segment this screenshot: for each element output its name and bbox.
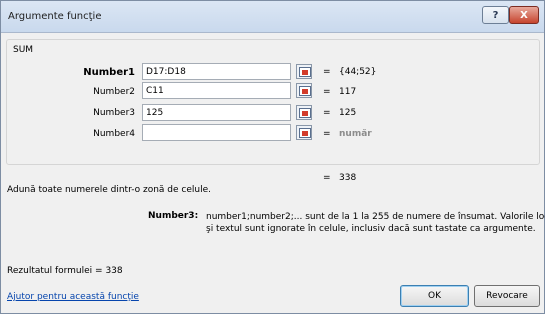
close-icon[interactable]: X — [509, 6, 539, 24]
argument-label-number4: Number4 — [93, 129, 135, 139]
argument-label-number3: Number3 — [93, 108, 135, 118]
collapse-dialog-icon[interactable] — [296, 125, 312, 140]
equals-sign: = — [323, 129, 331, 139]
collapse-dialog-icon[interactable] — [296, 64, 312, 79]
function-name: SUM — [13, 45, 34, 55]
formula-result: Rezultatul formulei = 338 — [7, 266, 123, 276]
argument-result-number3: 125 — [339, 108, 357, 118]
function-description: Adună toate numerele dintr-o zonă de cel… — [7, 185, 211, 195]
arguments-group — [6, 39, 540, 165]
equals-sign: = — [323, 108, 331, 118]
cancel-button[interactable]: Revocare — [474, 285, 540, 307]
title-bar: Argumente funcţie ? X — [1, 1, 544, 33]
argument-help-line2: şi textul sunt ignorate în celule, inclu… — [206, 224, 536, 234]
dialog-title: Argumente funcţie — [8, 11, 102, 22]
argument-help-line1: number1;number2;... sunt de la 1 la 255 … — [206, 212, 545, 222]
equals-sign: = — [323, 87, 331, 97]
argument-label-number2: Number2 — [93, 87, 135, 97]
argument-help-name: Number3: — [148, 211, 199, 221]
argument-label-number1: Number1 — [83, 67, 135, 78]
help-link[interactable]: Ajutor pentru această funcţie — [7, 292, 139, 302]
argument-input-number2[interactable] — [142, 82, 291, 99]
argument-result-number4: număr — [339, 129, 372, 139]
argument-input-number4[interactable] — [142, 124, 291, 141]
ok-button[interactable]: OK — [400, 285, 469, 307]
function-result: 338 — [339, 173, 357, 183]
collapse-dialog-icon[interactable] — [296, 105, 312, 120]
argument-input-number1[interactable] — [142, 63, 291, 80]
function-arguments-dialog: Argumente funcţie ? X SUM Number1 = {44;… — [0, 0, 545, 314]
equals-sign: = — [323, 67, 331, 77]
argument-result-number2: 117 — [339, 87, 357, 97]
argument-input-number3[interactable] — [142, 104, 291, 121]
collapse-dialog-icon[interactable] — [296, 83, 312, 98]
help-icon[interactable]: ? — [482, 6, 509, 24]
argument-result-number1: {44;52} — [339, 67, 377, 77]
equals-sign: = — [323, 173, 331, 183]
